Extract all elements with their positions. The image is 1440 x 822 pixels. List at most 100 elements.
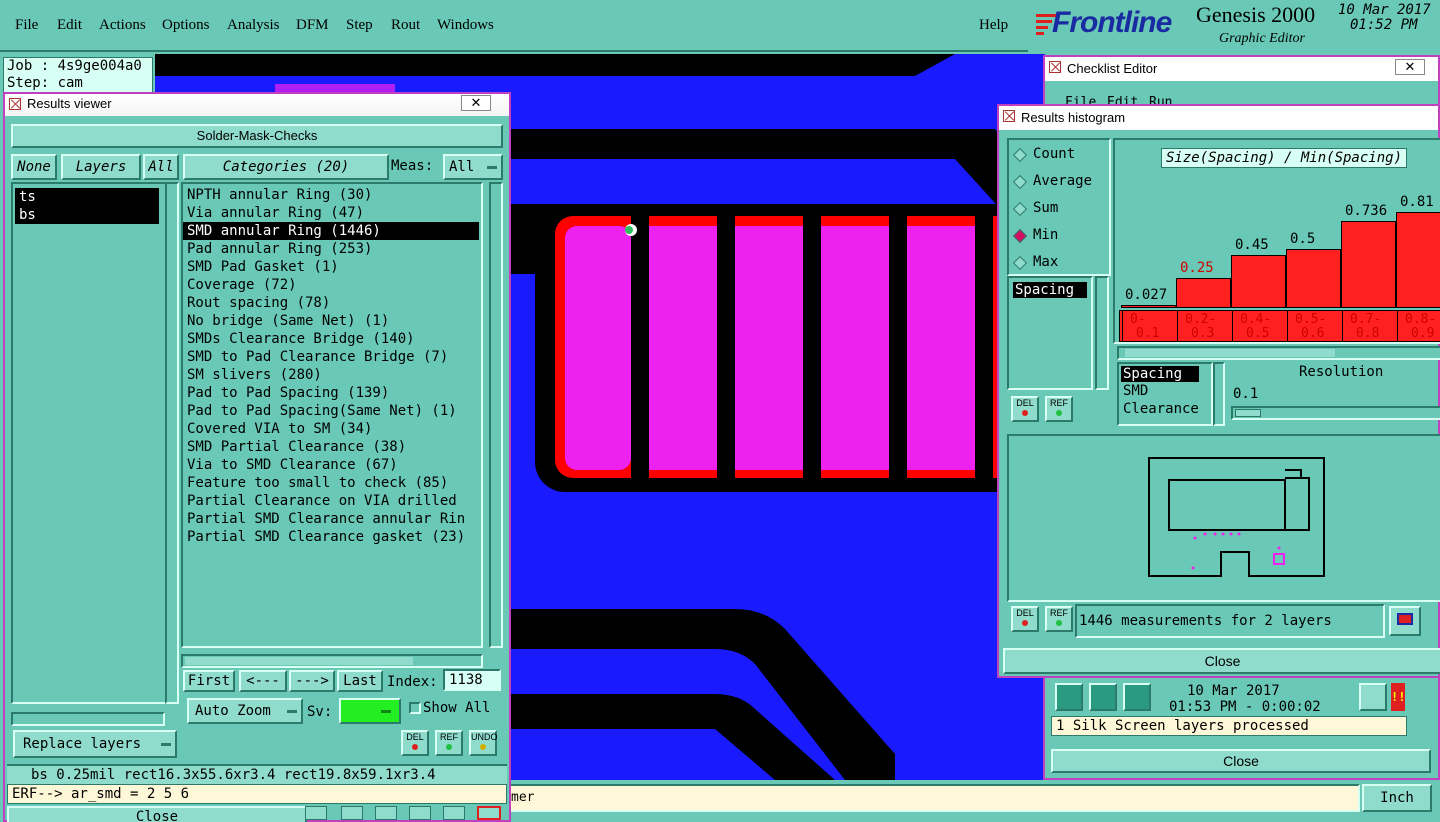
categories-hscrollbar[interactable] <box>181 654 483 668</box>
type-item[interactable]: Clearance <box>1119 400 1211 418</box>
none-button[interactable]: None <box>11 154 57 180</box>
category-item[interactable]: NPTH annular Ring (30) <box>183 186 481 204</box>
zoom-icon[interactable] <box>1359 683 1387 711</box>
measure-list[interactable]: Spacing <box>1007 276 1093 390</box>
ref-button[interactable]: REF <box>435 730 463 756</box>
measure-item[interactable]: Spacing <box>1013 282 1087 298</box>
histogram-bar[interactable] <box>1286 249 1341 308</box>
max-radio[interactable] <box>1012 255 1028 271</box>
category-item[interactable]: Via annular Ring (47) <box>183 204 481 222</box>
menu-analysis[interactable]: Analysis <box>227 16 280 34</box>
prev-button[interactable]: <--- <box>239 670 287 692</box>
checklist-editor-titlebar[interactable]: Checklist Editor <box>1045 57 1438 81</box>
category-item[interactable]: SMDs Clearance Bridge (140) <box>183 330 481 348</box>
export-icon[interactable] <box>1389 606 1421 636</box>
category-item[interactable]: SM slivers (280) <box>183 366 481 384</box>
histogram-bar[interactable] <box>1231 255 1286 308</box>
meas-dropdown[interactable]: All <box>443 154 503 180</box>
tool-icon[interactable] <box>409 806 431 820</box>
menu-options[interactable]: Options <box>162 16 210 34</box>
menu-dfm[interactable]: DFM <box>296 16 329 34</box>
category-item[interactable]: Coverage (72) <box>183 276 481 294</box>
histogram-bar[interactable] <box>1176 278 1231 308</box>
tool-icon[interactable] <box>341 806 363 820</box>
average-radio[interactable] <box>1012 174 1028 190</box>
layers-hscrollbar[interactable] <box>11 712 165 726</box>
index-input[interactable]: 1138 <box>443 669 501 691</box>
first-button[interactable]: First <box>183 670 235 692</box>
resolution-slider[interactable] <box>1231 406 1440 420</box>
stop-icon[interactable] <box>1123 683 1151 711</box>
run-all-icon[interactable] <box>1089 683 1117 711</box>
units-button[interactable]: Inch <box>1362 784 1432 812</box>
layers-list[interactable]: ts bs <box>11 182 169 704</box>
show-all-checkbox[interactable] <box>409 702 421 714</box>
menu-rout[interactable]: Rout <box>391 16 420 34</box>
tool-icon[interactable] <box>443 806 465 820</box>
overview-del-button[interactable]: DEL <box>1011 606 1039 632</box>
results-viewer-titlebar[interactable]: Results viewer <box>5 94 509 116</box>
run-icon[interactable] <box>1055 683 1083 711</box>
category-item[interactable]: SMD Partial Clearance (38) <box>183 438 481 456</box>
menu-actions[interactable]: Actions <box>99 16 146 34</box>
category-item[interactable]: Feature too small to check (85) <box>183 474 481 492</box>
board-overview[interactable] <box>1007 434 1440 602</box>
sum-radio[interactable] <box>1012 201 1028 217</box>
categories-vscrollbar[interactable] <box>489 182 503 648</box>
alert-icon[interactable]: !! <box>1391 683 1405 711</box>
categories-button[interactable]: Categories (20) <box>183 154 389 180</box>
chart-hscrollbar[interactable] <box>1117 346 1440 360</box>
type-vscrollbar[interactable] <box>1213 362 1225 426</box>
tool-icon[interactable] <box>305 806 327 820</box>
results-viewer-close-button[interactable]: Close <box>7 806 307 822</box>
undo-button[interactable]: UNDO <box>469 730 498 756</box>
menu-help[interactable]: Help <box>979 16 1008 34</box>
measure-vscrollbar[interactable] <box>1095 276 1109 390</box>
next-button[interactable]: ---> <box>289 670 335 692</box>
sv-color-dropdown[interactable] <box>339 698 401 724</box>
menu-windows[interactable]: Windows <box>437 16 494 34</box>
layers-button[interactable]: Layers <box>61 154 141 180</box>
min-radio[interactable] <box>1012 228 1028 244</box>
histogram-titlebar[interactable]: Results histogram <box>999 106 1438 130</box>
layer-item[interactable]: ts <box>15 188 159 206</box>
layer-item[interactable]: bs <box>15 206 159 224</box>
type-item[interactable]: SMD <box>1119 382 1211 400</box>
tool-icon[interactable] <box>375 806 397 820</box>
category-item[interactable]: SMD Pad Gasket (1) <box>183 258 481 276</box>
chart-tool-icon[interactable] <box>477 806 501 820</box>
category-item[interactable]: No bridge (Same Net) (1) <box>183 312 481 330</box>
results-viewer-close-x[interactable]: ✕ <box>461 95 491 111</box>
category-item[interactable]: Covered VIA to SM (34) <box>183 420 481 438</box>
type-item[interactable]: Spacing <box>1121 366 1199 382</box>
histogram-bar[interactable] <box>1396 212 1440 308</box>
del-button[interactable]: DEL <box>401 730 429 756</box>
category-item[interactable]: Partial SMD Clearance annular Rin <box>183 510 481 528</box>
category-item[interactable]: Partial SMD Clearance gasket (23) <box>183 528 481 546</box>
category-item[interactable]: SMD to Pad Clearance Bridge (7) <box>183 348 481 366</box>
zoom-dropdown[interactable]: Auto Zoom <box>187 698 303 724</box>
category-item[interactable]: Via to SMD Clearance (67) <box>183 456 481 474</box>
hist-ref-button[interactable]: REF <box>1045 396 1073 422</box>
category-item[interactable]: SMD annular Ring (1446) <box>183 222 479 240</box>
categories-list[interactable]: NPTH annular Ring (30) Via annular Ring (… <box>181 182 483 648</box>
count-radio[interactable] <box>1012 147 1028 163</box>
menu-edit[interactable]: Edit <box>57 16 82 34</box>
category-item[interactable]: Pad annular Ring (253) <box>183 240 481 258</box>
checklist-close-button[interactable]: Close <box>1051 749 1431 773</box>
histogram-close-button[interactable]: Close <box>1003 648 1440 674</box>
overview-ref-button[interactable]: REF <box>1045 606 1073 632</box>
category-item[interactable]: Pad to Pad Spacing(Same Net) (1) <box>183 402 481 420</box>
type-list[interactable]: Spacing SMD Clearance <box>1117 362 1213 426</box>
menu-step[interactable]: Step <box>346 16 373 34</box>
all-layers-button[interactable]: All <box>143 154 179 180</box>
menu-file[interactable]: File <box>15 16 38 34</box>
category-item[interactable]: Partial Clearance on VIA drilled <box>183 492 481 510</box>
histogram-bar[interactable] <box>1341 221 1396 308</box>
category-item[interactable]: Pad to Pad Spacing (139) <box>183 384 481 402</box>
category-item[interactable]: Rout spacing (78) <box>183 294 481 312</box>
replace-layers-dropdown[interactable]: Replace layers <box>13 730 177 758</box>
layers-vscrollbar[interactable] <box>165 182 179 704</box>
histogram-bar[interactable] <box>1121 305 1176 308</box>
last-button[interactable]: Last <box>337 670 383 692</box>
